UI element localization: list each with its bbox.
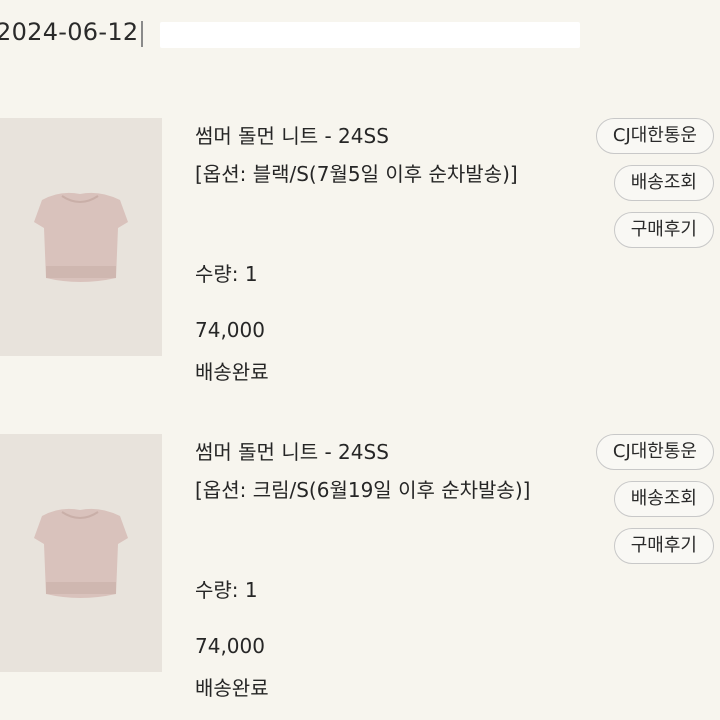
order-item: 썸머 돌먼 니트 - 24SS [옵션: 블랙/S(7월5일 이후 순차발송)]… — [0, 118, 720, 418]
delivery-status: 배송완료 — [195, 360, 269, 384]
product-title[interactable]: 썸머 돌먼 니트 - 24SS — [195, 436, 389, 465]
write-review-button[interactable]: 구매후기 — [613, 528, 714, 564]
redacted-order-info — [160, 22, 580, 48]
product-price: 74,000 — [195, 634, 265, 658]
product-option: [옵션: 블랙/S(7월5일 이후 순차발송)] — [195, 162, 518, 186]
product-option: [옵션: 크림/S(6월19일 이후 순차발송)] — [195, 478, 531, 502]
knit-vest-image — [0, 434, 162, 672]
order-header: 2024-06-12 — [0, 14, 720, 54]
write-review-button[interactable]: 구매후기 — [613, 212, 714, 248]
product-thumbnail[interactable] — [0, 118, 162, 356]
delivery-status: 배송완료 — [195, 676, 269, 700]
header-divider — [141, 21, 143, 47]
order-date: 2024-06-12 — [0, 18, 139, 46]
track-delivery-button[interactable]: 배송조회 — [613, 481, 714, 517]
carrier-button[interactable]: CJ대한통운 — [595, 118, 714, 154]
carrier-button[interactable]: CJ대한통운 — [595, 434, 714, 470]
product-thumbnail[interactable] — [0, 434, 162, 672]
product-title[interactable]: 썸머 돌먼 니트 - 24SS — [195, 120, 389, 149]
order-item: 썸머 돌먼 니트 - 24SS [옵션: 크림/S(6월19일 이후 순차발송)… — [0, 434, 720, 720]
product-price: 74,000 — [195, 318, 265, 342]
product-quantity: 수량: 1 — [195, 262, 258, 286]
knit-vest-image — [0, 118, 162, 356]
order-detail-page: 2024-06-12 썸머 돌먼 니트 - 24SS [옵션: 블랙/S(7월5… — [0, 0, 720, 720]
product-quantity: 수량: 1 — [195, 578, 258, 602]
track-delivery-button[interactable]: 배송조회 — [613, 165, 714, 201]
